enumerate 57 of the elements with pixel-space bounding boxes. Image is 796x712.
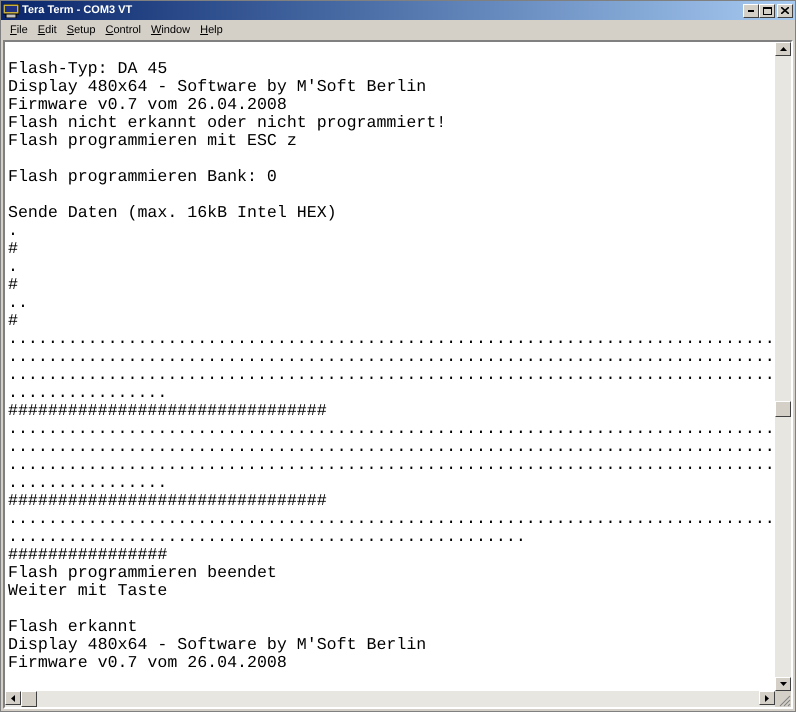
- terminal-line: Flash programmieren mit ESC z: [8, 132, 297, 150]
- vertical-scrollbar[interactable]: [775, 42, 791, 691]
- terminal-line: Flash nicht erkannt oder nicht programmiert!: [8, 114, 446, 132]
- terminal-line: .............................................................................: [8, 330, 775, 348]
- terminal-line: Firmware v0.7 vom 26.04.2008: [8, 96, 287, 114]
- terminal-line: Flash-Typ: DA 45: [8, 60, 168, 78]
- maximize-icon: [762, 6, 772, 14]
- terminal-line: Firmware v0.7 vom 26.04.2008: [8, 654, 287, 672]
- terminal-line: .............................................................................: [8, 366, 775, 384]
- terminal-line: Flash programmieren Bank: 0: [8, 168, 277, 186]
- scroll-right-button[interactable]: [759, 691, 775, 705]
- up-arrow-icon: [780, 47, 786, 51]
- terminal-line: ................: [8, 384, 168, 402]
- menu-item[interactable]: Help: [195, 22, 228, 38]
- menu-item[interactable]: Edit: [32, 22, 62, 38]
- down-arrow-icon: [780, 682, 786, 686]
- terminal-line: Flash programmieren beendet: [8, 564, 277, 582]
- menu-item[interactable]: Setup: [62, 22, 100, 38]
- terminal-line: .............................................................................: [8, 438, 775, 456]
- right-arrow-icon: [765, 694, 769, 702]
- menu-item[interactable]: File: [5, 22, 33, 38]
- terminal-line: Display 480x64 - Software by M'Soft Berlin: [8, 78, 426, 96]
- menu-item[interactable]: Window: [146, 22, 196, 38]
- terminal-line: ....................................................: [8, 528, 526, 546]
- terminal-line: #: [8, 312, 18, 330]
- terminal-line: #: [8, 276, 18, 294]
- terminal-line: Sende Daten (max. 16kB Intel HEX): [8, 204, 337, 222]
- minimize-icon: [748, 10, 754, 12]
- terminal-line: .............................................................................: [8, 420, 775, 438]
- terminal-line: .............................................................................: [8, 348, 775, 366]
- close-icon: [781, 7, 789, 14]
- close-button[interactable]: [777, 4, 793, 18]
- horizontal-scrollbar[interactable]: [5, 691, 775, 707]
- terminal-line: Display 480x64 - Software by M'Soft Berlin: [8, 636, 426, 654]
- scroll-up-button[interactable]: [775, 42, 791, 56]
- terminal-line: ..: [8, 294, 28, 312]
- terminal-line: .............................................................................: [8, 456, 775, 474]
- scroll-down-button[interactable]: [775, 677, 791, 691]
- terminal-line: #: [8, 240, 18, 258]
- scroll-thumb[interactable]: [775, 401, 791, 417]
- scroll-thumb[interactable]: [21, 691, 37, 707]
- menu-item[interactable]: Control: [100, 22, 146, 38]
- scroll-left-button[interactable]: [5, 691, 21, 705]
- app-icon: [3, 4, 19, 18]
- terminal-line: Flash erkannt: [8, 618, 138, 636]
- terminal-line: .: [8, 258, 18, 276]
- left-arrow-icon: [11, 694, 15, 702]
- terminal-line: .............................................................................: [8, 510, 775, 528]
- maximize-button[interactable]: [759, 4, 775, 18]
- minimize-button[interactable]: [743, 4, 759, 18]
- terminal-line: ################################: [8, 492, 327, 510]
- terminal-line: Weiter mit Taste: [8, 582, 168, 600]
- window-title: Tera Term - COM3 VT: [22, 3, 134, 18]
- terminal-line: ################: [8, 546, 168, 564]
- terminal-line: .: [8, 222, 18, 240]
- terminal-line: ################################: [8, 402, 327, 420]
- terminal-line: ................: [8, 474, 168, 492]
